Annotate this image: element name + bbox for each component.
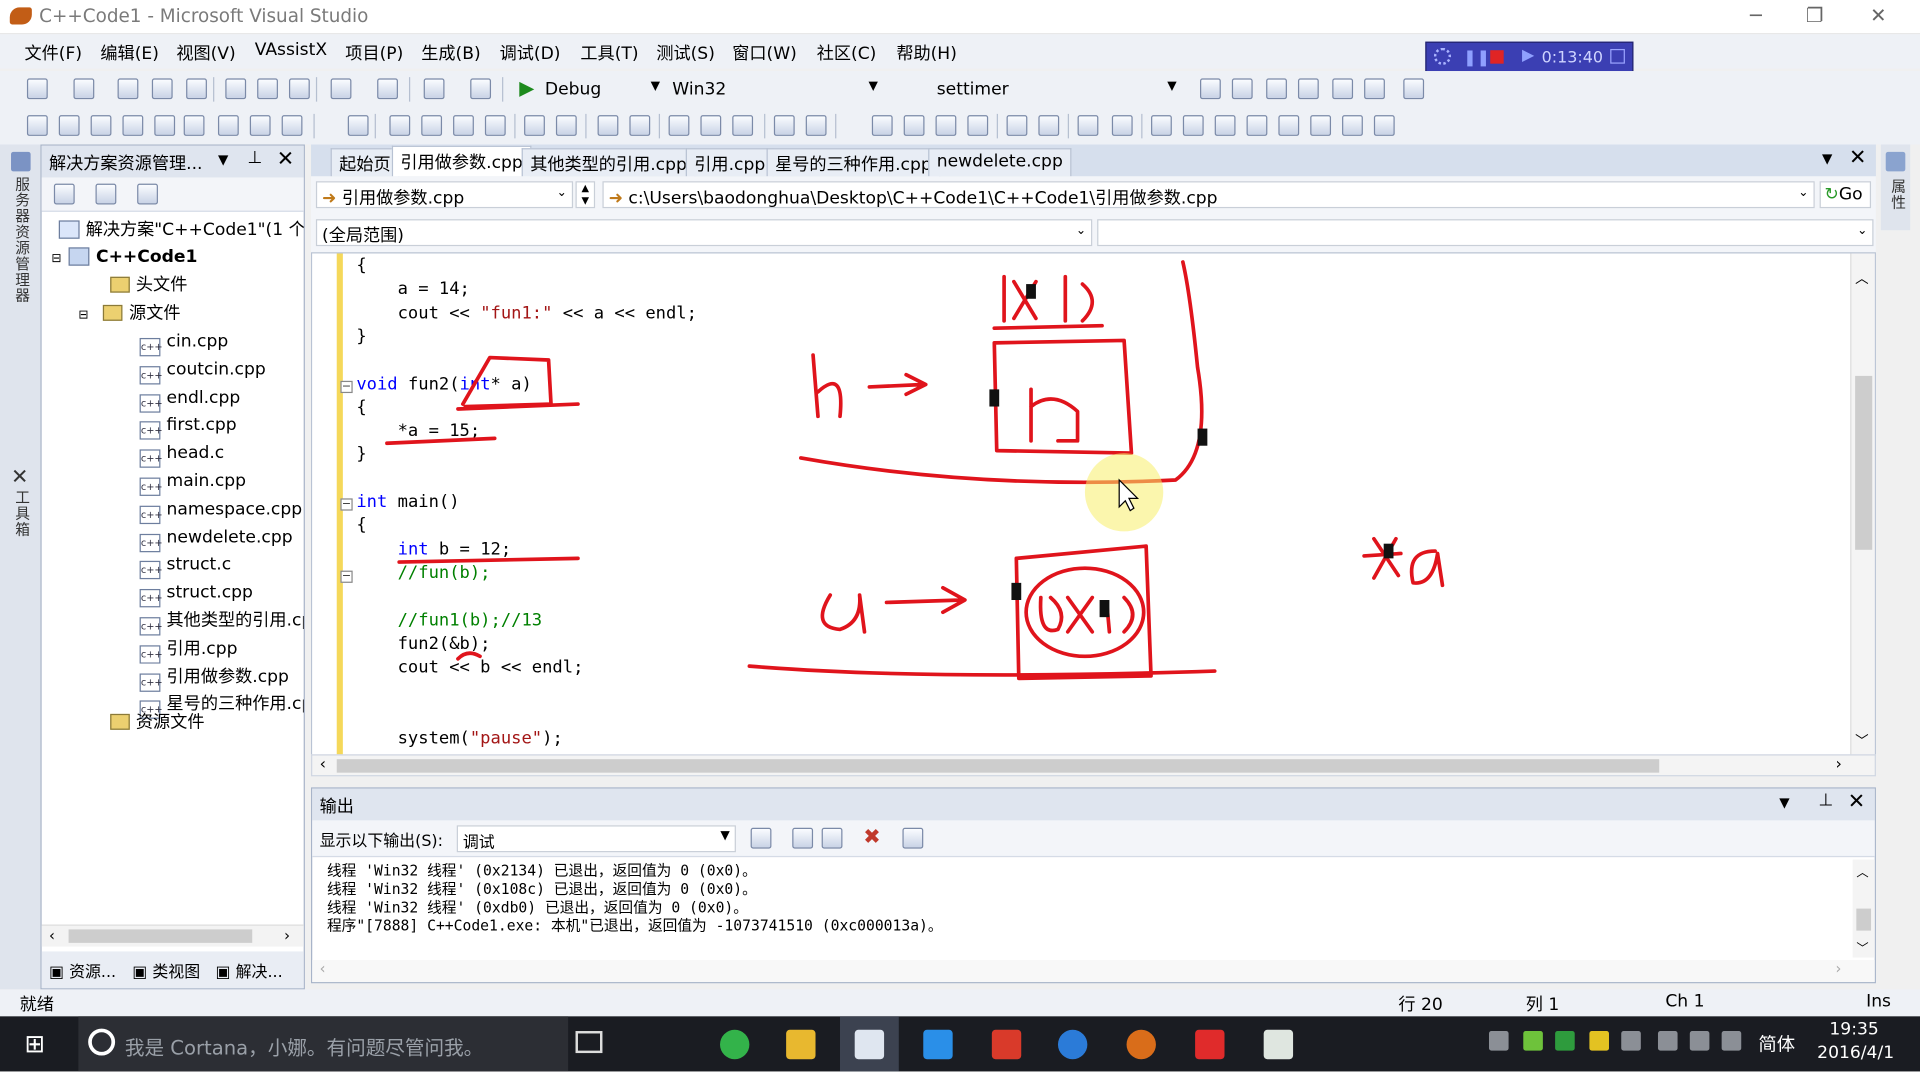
ink-val-12	[1029, 387, 1080, 443]
ink-stroke-frame2	[747, 664, 1217, 677]
ink-circle-addr2	[1024, 566, 1146, 659]
ink-underline-int-b	[397, 556, 580, 564]
ink-addr-0x10-bottom	[1038, 595, 1135, 634]
ink-underline-deref	[385, 436, 497, 446]
ink-star	[1362, 536, 1403, 580]
ink-letter-a	[820, 593, 867, 634]
ink-marker	[1026, 284, 1036, 299]
ink-letter-b	[811, 353, 843, 419]
ink-mark-amp	[456, 651, 482, 661]
ink-letter-a-deref	[1409, 549, 1445, 588]
ink-marker	[1383, 543, 1394, 559]
ink-arrow-b	[867, 372, 928, 397]
ink-arrow-a	[884, 585, 967, 615]
ink-box-b	[992, 338, 1134, 455]
ink-marker	[1197, 428, 1208, 446]
ink-underline-addr1	[992, 323, 1104, 331]
vs-window: C++Code1 - Microsoft Visual Studio ─ ❐ ✕…	[0, 0, 1920, 1072]
pen-annotations	[385, 260, 1445, 681]
ink-addr-0x10-top	[1002, 274, 1095, 323]
ink-marker	[1011, 582, 1022, 601]
ink-circle-param	[461, 355, 553, 409]
ink-marker	[989, 389, 1000, 407]
ink-marker	[1099, 600, 1110, 618]
